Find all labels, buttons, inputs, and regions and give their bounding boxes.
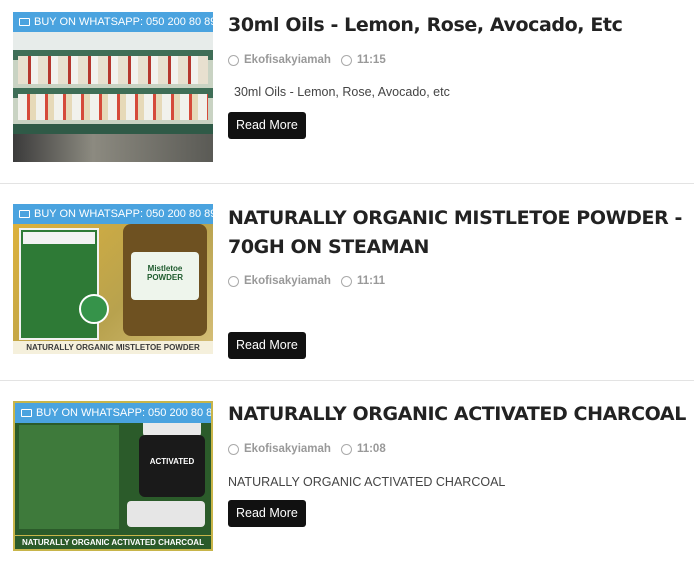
badge-label: BUY ON WHATSAPP: 050 200 80 89 <box>36 407 213 419</box>
post-item: BUY ON WHATSAPP: 050 200 80 89 30ml Oils… <box>0 0 694 183</box>
post-item: Mistletoe POWDER NATURALLY ORGANIC MISTL… <box>0 183 694 380</box>
camera-icon <box>19 18 30 26</box>
badge-label: BUY ON WHATSAPP: 050 200 80 89 <box>34 16 213 28</box>
post-meta: Ekofisakyiamah 11:11 <box>228 275 385 287</box>
post-author[interactable]: Ekofisakyiamah <box>244 54 331 66</box>
read-more-button[interactable]: Read More <box>228 500 306 527</box>
post-thumbnail[interactable]: BUY ON WHATSAPP: 050 200 80 89 <box>13 12 213 162</box>
clock-icon <box>340 54 352 66</box>
image-caption: NATURALLY ORGANIC MISTLETOE POWDER <box>13 341 213 354</box>
user-icon <box>228 443 239 455</box>
camera-icon <box>21 409 32 417</box>
post-thumbnail[interactable]: ACTIVATED NATURALLY ORGANIC ACTIVATED CH… <box>13 401 213 551</box>
post-author[interactable]: Ekofisakyiamah <box>244 443 331 455</box>
post-excerpt: NATURALLY ORGANIC ACTIVATED CHARCOAL <box>228 475 506 489</box>
clock-icon <box>340 275 352 287</box>
user-icon <box>228 275 239 287</box>
whatsapp-badge[interactable]: BUY ON WHATSAPP: 050 200 80 89 <box>13 204 213 224</box>
whatsapp-badge[interactable]: BUY ON WHATSAPP: 050 200 80 89 <box>15 403 213 423</box>
post-meta: Ekofisakyiamah 11:15 <box>228 54 386 66</box>
camera-icon <box>19 210 30 218</box>
post-time: 11:08 <box>356 443 386 455</box>
badge-label: BUY ON WHATSAPP: 050 200 80 89 <box>34 208 213 220</box>
product-label: Mistletoe POWDER <box>147 264 183 282</box>
read-more-button[interactable]: Read More <box>228 332 306 359</box>
post-time: 11:11 <box>356 275 386 287</box>
post-title[interactable]: 30ml Oils - Lemon, Rose, Avocado, Etc <box>228 11 688 40</box>
post-excerpt: 30ml Oils - Lemon, Rose, Avocado, etc <box>234 85 450 99</box>
read-more-button[interactable]: Read More <box>228 112 306 139</box>
post-meta: Ekofisakyiamah 11:08 <box>228 443 386 455</box>
post-title[interactable]: NATURALLY ORGANIC ACTIVATED CHARCOAL <box>228 400 688 429</box>
post-item: ACTIVATED NATURALLY ORGANIC ACTIVATED CH… <box>0 380 694 566</box>
post-author[interactable]: Ekofisakyiamah <box>244 275 331 287</box>
product-label: ACTIVATED <box>149 457 195 466</box>
whatsapp-badge[interactable]: BUY ON WHATSAPP: 050 200 80 89 <box>13 12 213 32</box>
post-time: 11:15 <box>356 54 386 66</box>
image-caption: NATURALLY ORGANIC ACTIVATED CHARCOAL <box>15 535 211 549</box>
user-icon <box>228 54 239 66</box>
clock-icon <box>340 443 352 455</box>
post-title[interactable]: NATURALLY ORGANIC MISTLETOE POWDER - 70G… <box>228 204 688 262</box>
post-thumbnail[interactable]: Mistletoe POWDER NATURALLY ORGANIC MISTL… <box>13 204 213 354</box>
